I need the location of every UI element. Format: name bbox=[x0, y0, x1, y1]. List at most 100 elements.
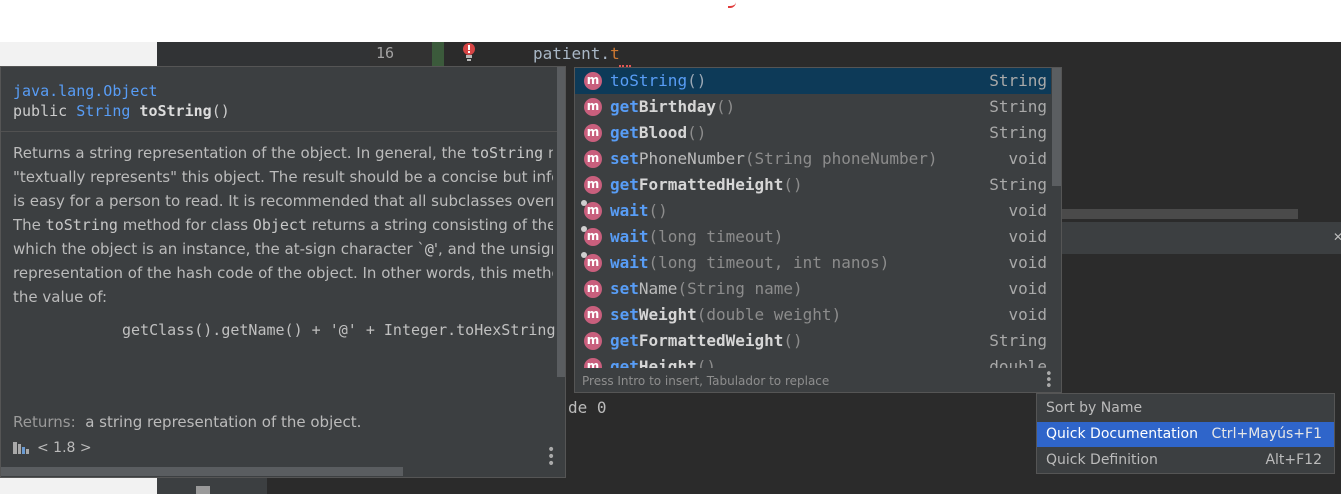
item-match: wait bbox=[610, 253, 649, 272]
item-match: get bbox=[610, 97, 639, 116]
item-name: setName(String name) bbox=[610, 279, 803, 298]
item-match: get bbox=[610, 331, 639, 350]
item-return-type: void bbox=[1008, 227, 1047, 246]
doc-code-token: toString bbox=[45, 216, 118, 234]
item-match: t bbox=[610, 71, 620, 90]
top-strip bbox=[0, 0, 1341, 42]
item-name: getBlood() bbox=[610, 123, 706, 142]
item-rest: FormattedWeight bbox=[638, 331, 784, 350]
doc-returns: Returns: a string representation of the … bbox=[13, 413, 361, 431]
line-number: 16 bbox=[376, 44, 395, 62]
method-icon: m bbox=[584, 280, 602, 298]
completion-list[interactable]: m toString() String m getBirthday() String m ge… bbox=[575, 68, 1051, 368]
completion-item[interactable]: m getFormattedWeight() String bbox=[575, 328, 1051, 354]
completion-more-icon[interactable]: • • • bbox=[1045, 368, 1053, 392]
doc-text: returns a string consisting of the name … bbox=[311, 216, 553, 234]
doc-header: java.lang.Object public String toString(… bbox=[1, 67, 557, 132]
editor-hscrollbar[interactable] bbox=[1062, 209, 1298, 219]
doc-line: "textually represents" this object. The … bbox=[13, 165, 553, 189]
item-return-type: String bbox=[989, 71, 1047, 90]
doc-text: the value of: bbox=[13, 288, 108, 306]
change-marker bbox=[432, 42, 444, 68]
completion-item[interactable]: m getBirthday() String bbox=[575, 94, 1051, 120]
menu-item-label: Quick Definition bbox=[1046, 452, 1158, 468]
doc-signature: public String toString() bbox=[13, 102, 230, 120]
method-icon: m bbox=[584, 98, 602, 116]
tool-window-header bbox=[1062, 222, 1341, 254]
version-text[interactable]: < 1.8 > bbox=[37, 440, 92, 456]
structure-icon[interactable] bbox=[196, 486, 210, 494]
item-name: getFormattedWeight() bbox=[610, 331, 803, 350]
completion-item[interactable]: m setPhoneNumber(String phoneNumber) void bbox=[575, 146, 1051, 172]
item-params: () bbox=[687, 123, 707, 142]
item-params: (double weight) bbox=[696, 305, 842, 324]
item-rest: Blood bbox=[638, 123, 688, 142]
completion-item[interactable]: m wait(long timeout) void bbox=[575, 224, 1051, 250]
doc-code-token: toString bbox=[470, 144, 544, 162]
item-return-type: String bbox=[989, 331, 1047, 350]
item-return-type: String bbox=[989, 123, 1047, 142]
typed-char: t bbox=[610, 44, 620, 63]
doc-code-example: getClass().getName() + '@' + Integer.toH… bbox=[122, 321, 557, 339]
inherited-icon bbox=[581, 252, 587, 258]
item-rest: PhoneNumber bbox=[638, 149, 745, 168]
menu-item[interactable]: Quick Definition Alt+F12 bbox=[1037, 448, 1334, 473]
doc-package[interactable]: java.lang.Object bbox=[13, 82, 158, 100]
doc-description: Returns a string representation of the o… bbox=[13, 141, 553, 309]
sig-name: toString bbox=[130, 102, 212, 120]
completion-item[interactable]: m getBlood() String bbox=[575, 120, 1051, 146]
code-completion-popup[interactable]: m toString() String m getBirthday() String m ge… bbox=[574, 67, 1062, 393]
doc-line: is easy for a person to read. It is reco… bbox=[13, 189, 553, 213]
console-output: de 0 bbox=[568, 398, 607, 417]
method-icon: m bbox=[584, 124, 602, 142]
completion-item[interactable]: m wait() void bbox=[575, 198, 1051, 224]
item-match: get bbox=[610, 123, 639, 142]
close-icon[interactable]: ✕ bbox=[1333, 230, 1341, 244]
method-icon: m bbox=[584, 150, 602, 168]
item-rest: Weight bbox=[638, 305, 697, 324]
item-match: wait bbox=[610, 227, 649, 246]
completion-scrollbar[interactable] bbox=[1052, 68, 1061, 186]
method-icon: m bbox=[584, 306, 602, 324]
item-params: (String name) bbox=[677, 279, 803, 298]
menu-item-shortcut: Ctrl+Mayús+F1 bbox=[1211, 426, 1322, 442]
completion-hint: Press Intro to insert, Tabulador to repl… bbox=[582, 374, 830, 388]
doc-hscrollbar[interactable] bbox=[1, 467, 403, 476]
code-line[interactable]: patient.t bbox=[533, 44, 620, 63]
completion-context-menu[interactable]: Sort by Name Quick Documentation Ctrl+Mayú… bbox=[1036, 393, 1335, 474]
completion-item[interactable]: m wait(long timeout, int nanos) void bbox=[575, 250, 1051, 276]
menu-item-shortcut: Alt+F12 bbox=[1265, 452, 1322, 468]
quick-documentation-popup[interactable]: java.lang.Object public String toString(… bbox=[0, 66, 566, 478]
sig-modifier: public bbox=[13, 102, 77, 120]
item-return-type: void bbox=[1008, 279, 1047, 298]
item-match: set bbox=[610, 305, 639, 324]
item-params: (long timeout, int nanos) bbox=[648, 253, 890, 272]
completion-item[interactable]: m getFormattedHeight() String bbox=[575, 172, 1051, 198]
doc-text: is easy for a person to read. It is reco… bbox=[13, 192, 553, 210]
doc-text: which the object is an instance, the at-… bbox=[13, 240, 425, 258]
menu-item[interactable]: Sort by Name bbox=[1037, 396, 1334, 421]
item-return-type: String bbox=[989, 175, 1047, 194]
method-icon: m bbox=[584, 72, 602, 90]
sig-parens: () bbox=[211, 102, 230, 120]
item-params: () bbox=[648, 201, 668, 220]
doc-line: Returns a string representation of the o… bbox=[13, 141, 553, 165]
completion-item[interactable]: m setName(String name) void bbox=[575, 276, 1051, 302]
sig-type[interactable]: String bbox=[76, 102, 130, 120]
error-bulb-icon[interactable] bbox=[460, 42, 478, 64]
item-rest: oString bbox=[619, 71, 688, 90]
method-icon: m bbox=[584, 254, 602, 272]
menu-item[interactable]: Quick Documentation Ctrl+Mayús+F1 bbox=[1037, 422, 1334, 447]
item-params: () bbox=[715, 97, 736, 116]
doc-vscrollbar[interactable] bbox=[557, 67, 565, 377]
item-match: wait bbox=[610, 201, 649, 220]
method-icon: m bbox=[584, 228, 602, 246]
doc-more-icon[interactable]: • • • bbox=[547, 443, 555, 471]
completion-item[interactable]: m setWeight(double weight) void bbox=[575, 302, 1051, 328]
item-name: wait() bbox=[610, 201, 668, 220]
completion-item[interactable]: m getHeight() double bbox=[575, 354, 1051, 368]
inherited-icon bbox=[581, 226, 587, 232]
item-rest: Birthday bbox=[638, 97, 716, 116]
menu-item-label: Sort by Name bbox=[1046, 400, 1143, 416]
completion-item[interactable]: m toString() String bbox=[575, 68, 1051, 94]
